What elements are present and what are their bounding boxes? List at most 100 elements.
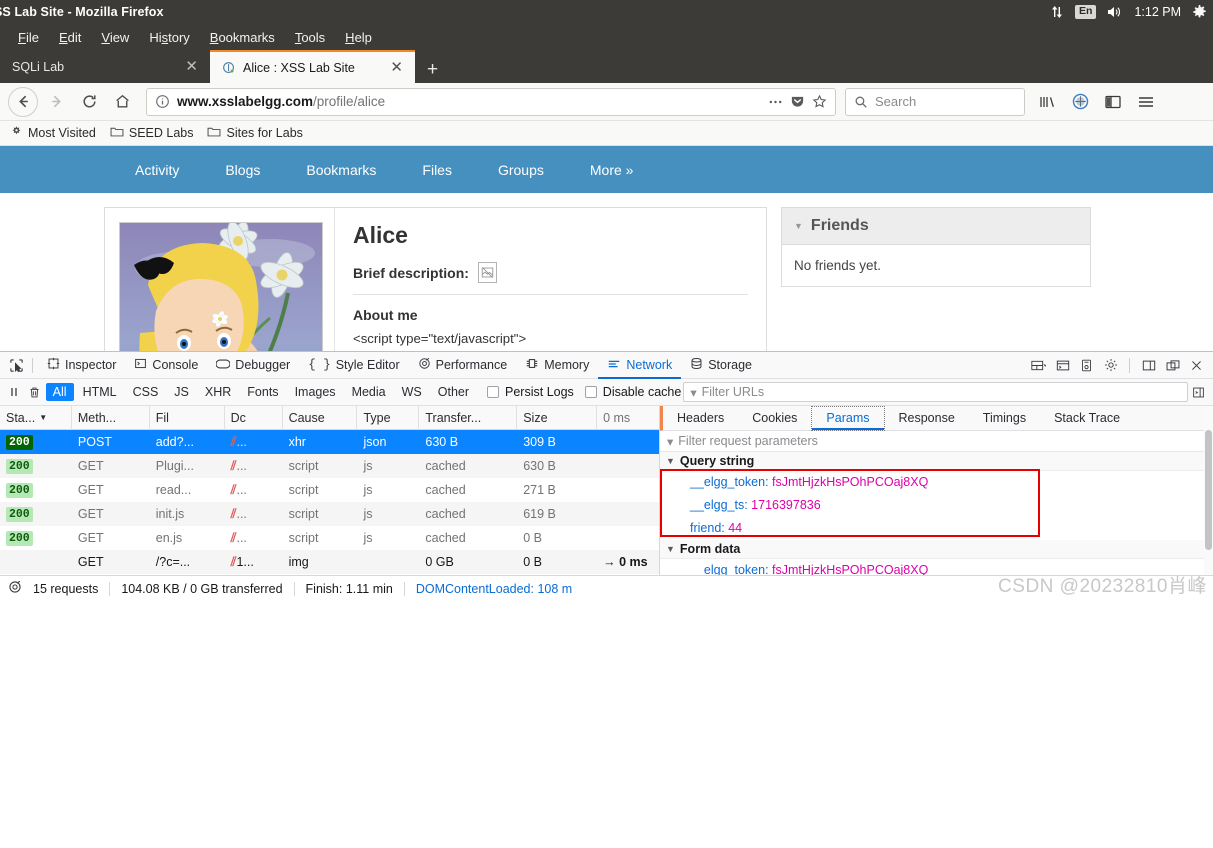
keyboard-layout-indicator[interactable]: En (1075, 5, 1097, 19)
filter-fonts[interactable]: Fonts (240, 383, 285, 401)
table-row[interactable]: 200 GET en.js ⫽... script js cached 0 B (0, 526, 659, 550)
bookmark-most-visited[interactable]: Most Visited (10, 125, 96, 141)
settings-gear-icon[interactable] (1100, 355, 1121, 376)
menu-file[interactable]: File (8, 28, 49, 47)
toggle-detail-pane-icon[interactable] (1190, 382, 1208, 403)
url-bar[interactable]: www.xsslabelgg.com/profile/alice (146, 87, 836, 116)
split-console-icon[interactable] (1052, 355, 1073, 376)
detail-tab-response[interactable]: Response (885, 406, 969, 431)
devtools-tab-inspector[interactable]: Inspector (38, 352, 125, 379)
close-icon[interactable]: ✕ (183, 59, 200, 74)
devtools-tab-style-editor[interactable]: { } Style Editor (299, 352, 408, 379)
pocket-icon[interactable] (790, 94, 805, 109)
menu-tools[interactable]: Tools (285, 28, 335, 47)
column-transfer[interactable]: Transfer... (419, 406, 518, 430)
bookmark-sites-for-labs[interactable]: Sites for Labs (207, 126, 303, 141)
table-row[interactable]: GET /?c=... ⫽ 1... img 0 GB 0 B → 0 ms (0, 550, 659, 574)
table-row[interactable]: 200 GET init.js ⫽... script js cached 61… (0, 502, 659, 526)
filter-media[interactable]: Media (345, 383, 393, 401)
filter-ws[interactable]: WS (395, 383, 429, 401)
menu-edit[interactable]: Edit (49, 28, 91, 47)
network-request-list[interactable]: Sta... ▼ Meth... Fil Dc Cause Type Transf… (0, 406, 660, 575)
column-file[interactable]: Fil (150, 406, 225, 430)
trash-icon[interactable] (25, 382, 43, 403)
column-domain[interactable]: Dc (225, 406, 283, 430)
table-row[interactable]: 200 GET read... ⫽... script js cached 27… (0, 478, 659, 502)
pick-element-icon[interactable] (6, 355, 27, 376)
network-updown-icon[interactable] (1050, 5, 1064, 19)
filter-images[interactable]: Images (288, 383, 343, 401)
menu-bookmarks[interactable]: Bookmarks (200, 28, 285, 47)
column-cause[interactable]: Cause (283, 406, 358, 430)
table-row[interactable]: 200 POST add?... ⫽... xhr json 630 B 309… (0, 430, 659, 454)
chevron-down-icon[interactable]: ▼ (794, 221, 803, 231)
nav-item-groups[interactable]: Groups (475, 162, 567, 178)
devtools-tab-debugger[interactable]: Debugger (207, 352, 299, 379)
bookmark-star-icon[interactable] (812, 94, 827, 109)
sidebar-toggle-icon[interactable] (1098, 87, 1128, 117)
detail-tab-stack-trace[interactable]: Stack Trace (1040, 406, 1134, 431)
browser-tab-sqli-lab[interactable]: SQLi Lab ✕ (0, 50, 210, 83)
close-icon[interactable]: ✕ (388, 60, 405, 75)
nav-item-blogs[interactable]: Blogs (202, 162, 283, 178)
browser-tab-alice-xss[interactable]: Alice : XSS Lab Site ✕ (210, 50, 415, 83)
nav-item-activity[interactable]: Activity (112, 162, 202, 178)
devtools-tab-storage[interactable]: Storage (681, 352, 761, 379)
back-icon[interactable] (8, 86, 38, 117)
filter-css[interactable]: CSS (126, 383, 166, 401)
url-filter-input[interactable]: ▾ Filter URLs (683, 382, 1188, 402)
devtools-tab-console[interactable]: Console (125, 352, 207, 379)
page-info-icon[interactable] (155, 94, 170, 109)
forward-icon[interactable] (41, 87, 71, 117)
library-icon[interactable] (1032, 87, 1062, 117)
column-timeline[interactable]: 0 ms (597, 406, 659, 430)
detail-tab-cookies[interactable]: Cookies (738, 406, 811, 431)
filter-xhr[interactable]: XHR (198, 383, 238, 401)
menu-history[interactable]: History (139, 28, 199, 47)
close-devtools-icon[interactable] (1186, 355, 1207, 376)
persist-logs-checkbox[interactable]: Persist Logs (487, 385, 574, 399)
filter-html[interactable]: HTML (76, 383, 124, 401)
menu-view[interactable]: View (91, 28, 139, 47)
dock-window-icon[interactable] (1162, 355, 1183, 376)
sync-account-icon[interactable] (1065, 87, 1095, 117)
page-actions-icon[interactable] (768, 98, 783, 106)
form-data-group-header[interactable]: ▼ Form data (660, 540, 1213, 559)
nav-item-files[interactable]: Files (399, 162, 475, 178)
network-reload-icon[interactable] (8, 580, 22, 597)
screenshot-icon[interactable] (1076, 355, 1097, 376)
friends-widget-header[interactable]: ▼ Friends (782, 208, 1090, 245)
pause-icon[interactable] (5, 382, 23, 403)
search-bar[interactable]: Search (845, 87, 1025, 116)
chevron-down-icon[interactable]: ▼ (666, 456, 675, 466)
new-tab-button[interactable]: + (415, 60, 450, 83)
table-row[interactable]: 200 GET Plugi... ⫽... script js cached 6… (0, 454, 659, 478)
nav-item-more[interactable]: More » (567, 162, 657, 178)
menu-help[interactable]: Help (335, 28, 382, 47)
column-size[interactable]: Size (517, 406, 598, 430)
system-clock[interactable]: 1:12 PM (1134, 5, 1181, 19)
filter-all[interactable]: All (45, 383, 74, 401)
detail-tab-headers[interactable]: Headers (663, 406, 738, 431)
query-string-group-header[interactable]: ▼ Query string (660, 452, 1213, 471)
detail-scrollbar[interactable] (1204, 406, 1213, 575)
devtools-tab-memory[interactable]: Memory (516, 352, 598, 379)
filter-other[interactable]: Other (431, 383, 476, 401)
column-type[interactable]: Type (357, 406, 420, 430)
responsive-layout-icon[interactable] (1028, 355, 1049, 376)
devtools-tab-network[interactable]: Network (598, 352, 681, 379)
nav-item-bookmarks[interactable]: Bookmarks (283, 162, 399, 178)
param-filter-input[interactable]: ▾ Filter request parameters (660, 431, 1213, 452)
column-method[interactable]: Meth... (72, 406, 150, 430)
volume-icon[interactable] (1107, 5, 1123, 19)
detail-tab-timings[interactable]: Timings (969, 406, 1040, 431)
hamburger-menu-icon[interactable] (1131, 87, 1161, 117)
gear-icon[interactable] (1192, 4, 1207, 20)
disable-cache-checkbox[interactable]: Disable cache (584, 385, 681, 399)
chevron-down-icon[interactable]: ▼ (666, 544, 675, 554)
filter-js[interactable]: JS (167, 383, 196, 401)
reload-icon[interactable] (74, 87, 104, 117)
bookmark-seed-labs[interactable]: SEED Labs (110, 126, 193, 141)
column-status[interactable]: Sta... ▼ (0, 406, 72, 430)
dock-side-icon[interactable] (1138, 355, 1159, 376)
